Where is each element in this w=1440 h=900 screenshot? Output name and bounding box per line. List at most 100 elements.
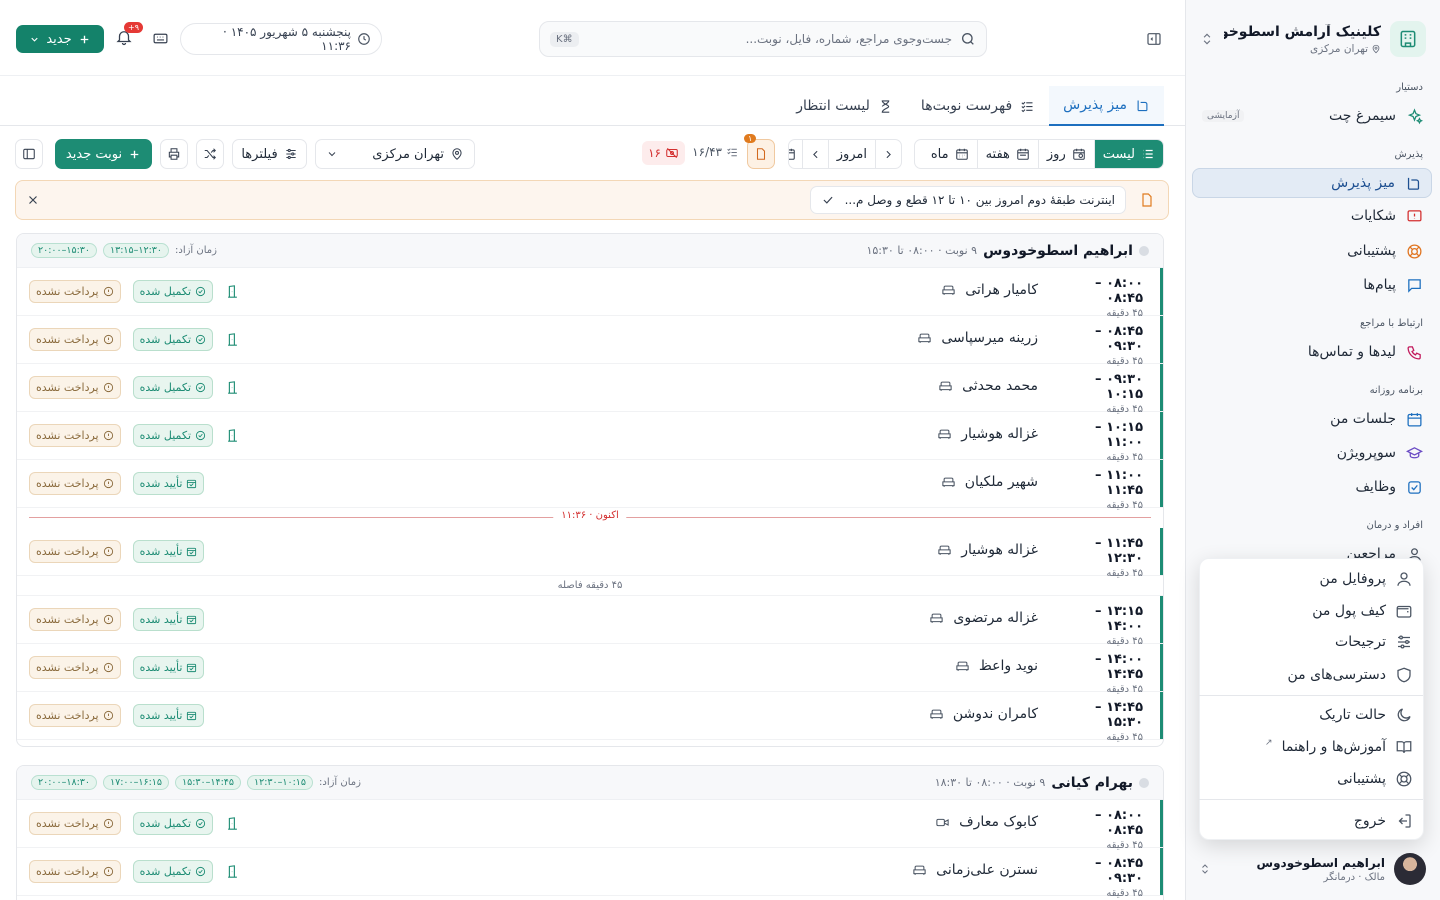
free-slot-chip[interactable]: ۱۶:۱۵–۱۷:۰۰ bbox=[103, 775, 169, 790]
global-search[interactable]: ⌘K bbox=[539, 21, 987, 57]
appointment-row[interactable]: ۰۸:۴۵ – ۰۹:۳۰ ۴۵ دقیقه زرینه میرسپاسی پرداخ… bbox=[17, 316, 1163, 367]
free-slot-chip[interactable]: ۱۸:۳۰–۲۰:۰۰ bbox=[31, 775, 97, 790]
appointment-status-chip[interactable]: تأیید شده bbox=[132, 472, 205, 495]
appointment-row[interactable]: ۱۱:۴۵ – ۱۲:۳۰ ۴۵ دقیقه غزاله هوشیار پرداخت … bbox=[17, 528, 1163, 579]
payment-status-chip[interactable]: پرداخت نشده bbox=[29, 376, 121, 399]
print-button[interactable] bbox=[160, 139, 188, 169]
appointment-row[interactable]: ۱۴:۴۵ – ۱۵:۳۰ ۴۵ دقیقه کامران ندوشن پرداخت … bbox=[17, 692, 1163, 743]
client[interactable]: محمد محدثی bbox=[938, 378, 1038, 394]
sidebar-item-complaints[interactable]: شکایات bbox=[1192, 201, 1432, 231]
appointment-row[interactable]: ۰۹:۳۰ – ۱۰:۱۵ ۴۵ دقیقه محمد محدثی پرداخت نش… bbox=[17, 364, 1163, 415]
client[interactable]: نوید واعظ bbox=[955, 658, 1038, 674]
view-day-button[interactable]: روز bbox=[1037, 140, 1094, 168]
menu-item-support[interactable]: پشتیبانی bbox=[1208, 766, 1413, 792]
menu-item-tutorials[interactable]: آموزش‌ها و راهنما ↗ bbox=[1208, 734, 1413, 760]
appointment-status-chip[interactable]: تأیید شده bbox=[132, 656, 205, 679]
tab-appointments-list[interactable]: فهرست نوبت‌ها bbox=[907, 86, 1049, 126]
appointment-status-chip[interactable]: تأیید شده bbox=[132, 704, 205, 727]
payment-status-chip[interactable]: پرداخت نشده bbox=[29, 608, 121, 631]
appointment-status-chip[interactable]: تکمیل شده bbox=[132, 860, 214, 883]
appointment-status-chip[interactable]: تکمیل شده bbox=[132, 328, 214, 351]
view-month-button[interactable]: ماه bbox=[923, 140, 977, 168]
documents-button[interactable]: ۱ bbox=[744, 134, 775, 169]
keyboard-icon[interactable] bbox=[152, 30, 169, 47]
date-picker-button[interactable] bbox=[789, 140, 802, 168]
menu-item-profile[interactable]: پروفایل من bbox=[1208, 566, 1413, 592]
client[interactable]: شهیر ملکیان bbox=[941, 474, 1038, 490]
appointment-status-chip[interactable]: تکمیل شده bbox=[132, 424, 214, 447]
payment-status-chip[interactable]: پرداخت نشده bbox=[29, 472, 121, 495]
appointment-status-chip[interactable]: تأیید شده bbox=[132, 608, 205, 631]
menu-item-wallet[interactable]: کیف پول من bbox=[1208, 598, 1413, 624]
appointment-status-chip[interactable]: تکمیل شده bbox=[132, 812, 214, 835]
sidebar-item-simorgh-chat[interactable]: سیمرغ چت آزمایشی bbox=[1192, 101, 1432, 131]
payment-status-chip[interactable]: پرداخت نشده bbox=[29, 812, 121, 835]
today-button[interactable]: امروز bbox=[827, 140, 875, 168]
sidebar-item-support[interactable]: پشتیبانی bbox=[1192, 236, 1432, 266]
unpaid-count-chip[interactable]: ۱۶ bbox=[642, 141, 685, 165]
close-icon[interactable] bbox=[26, 193, 40, 207]
free-slot-chip[interactable]: ۱۴:۴۵–۱۵:۳۰ bbox=[175, 775, 241, 790]
user-account-button[interactable]: ابراهیم اسطوخودوس مالک · درمانگر bbox=[1199, 852, 1426, 886]
door-icon[interactable] bbox=[225, 864, 240, 879]
next-day-button[interactable] bbox=[875, 140, 901, 168]
menu-item-logout[interactable]: خروج bbox=[1208, 808, 1413, 834]
free-slot-chip[interactable]: ۱۵:۳۰–۲۰:۰۰ bbox=[31, 243, 97, 258]
appointment-row[interactable]: ۱۱:۰۰ – ۱۱:۴۵ ۴۵ دقیقه شهیر ملکیان پرداخت ن… bbox=[17, 460, 1163, 511]
door-icon[interactable] bbox=[225, 380, 240, 395]
menu-item-permissions[interactable]: دسترسی‌های من bbox=[1208, 662, 1413, 688]
client[interactable]: غزاله هوشیار bbox=[937, 426, 1038, 442]
tab-reception-desk[interactable]: میز پذیرش bbox=[1049, 86, 1164, 126]
client[interactable]: زرینه میرسپاسی bbox=[917, 330, 1038, 346]
new-appointment-button[interactable]: نوبت جدید bbox=[55, 139, 152, 169]
free-slot-chip[interactable]: ۱۲:۳۰–۱۳:۱۵ bbox=[103, 243, 169, 258]
announcement-item[interactable]: اینترنت طبقهٔ دوم امروز بین ۱۰ تا ۱۲ قطع… bbox=[809, 186, 1126, 214]
appointment-row[interactable]: ۰۸:۴۵ – ۰۹:۳۰ ۴۵ دقیقه نسترن علی‌زمانی پردا… bbox=[17, 848, 1163, 899]
payment-status-chip[interactable]: پرداخت نشده bbox=[29, 540, 121, 563]
sidebar-item-my-sessions[interactable]: جلسات من bbox=[1192, 404, 1432, 434]
sidebar-toggle-icon[interactable] bbox=[1143, 28, 1165, 50]
door-icon[interactable] bbox=[225, 332, 240, 347]
client[interactable]: نسترن علی‌زمانی bbox=[912, 862, 1038, 878]
view-list-button[interactable]: لیست bbox=[1093, 140, 1163, 168]
sidebar-item-messages[interactable]: پیام‌ها bbox=[1192, 270, 1432, 300]
check-icon[interactable] bbox=[821, 193, 835, 207]
appointment-status-chip[interactable]: تکمیل شده bbox=[132, 280, 214, 303]
payment-status-chip[interactable]: پرداخت نشده bbox=[29, 704, 121, 727]
client[interactable]: کابوک معارف bbox=[935, 814, 1038, 830]
client[interactable]: کامیار هراتی bbox=[941, 282, 1038, 298]
client[interactable]: غزاله مرتضوی bbox=[929, 610, 1038, 626]
location-select[interactable]: تهران مرکزی bbox=[315, 139, 475, 169]
client[interactable]: غزاله هوشیار bbox=[937, 542, 1038, 558]
door-icon[interactable] bbox=[225, 284, 240, 299]
notifications-button[interactable]: ۹+ bbox=[115, 22, 143, 46]
appointment-row[interactable]: ۱۰:۱۵ – ۱۱:۰۰ ۴۵ دقیقه غزاله هوشیار پرداخت … bbox=[17, 412, 1163, 463]
payment-status-chip[interactable]: پرداخت نشده bbox=[29, 280, 121, 303]
appointment-row[interactable]: ۱۳:۱۵ – ۱۴:۰۰ ۴۵ دقیقه غزاله مرتضوی پرداخت … bbox=[17, 596, 1163, 647]
shuffle-button[interactable] bbox=[196, 139, 224, 169]
clinic-switcher[interactable]: کلینیک آرامش اسطوخو... تهران مرکزی bbox=[1199, 20, 1426, 58]
tab-waiting-list[interactable]: لیست انتظار bbox=[782, 86, 907, 126]
panel-toggle-button[interactable] bbox=[15, 139, 43, 169]
door-icon[interactable] bbox=[225, 816, 240, 831]
appointment-status-chip[interactable]: تکمیل شده bbox=[132, 376, 214, 399]
appointment-status-chip[interactable]: تأیید شده bbox=[132, 540, 205, 563]
view-week-button[interactable]: هفته bbox=[976, 140, 1038, 168]
prev-day-button[interactable] bbox=[801, 140, 828, 168]
payment-status-chip[interactable]: پرداخت نشده bbox=[29, 860, 121, 883]
sidebar-item-supervision[interactable]: سوپرویژن bbox=[1192, 438, 1432, 468]
payment-status-chip[interactable]: پرداخت نشده bbox=[29, 424, 121, 447]
appointment-row[interactable]: ۰۸:۰۰ – ۰۸:۴۵ ۴۵ دقیقه کابوک معارف پرداخت ن… bbox=[17, 800, 1163, 851]
menu-item-dark-mode[interactable]: حالت تاریک bbox=[1208, 702, 1413, 728]
sidebar-item-reception-desk[interactable]: میز پذیرش bbox=[1192, 168, 1432, 198]
appointment-row[interactable]: ۱۴:۰۰ – ۱۴:۴۵ ۴۵ دقیقه نوید واعظ پرداخت نشد… bbox=[17, 644, 1163, 695]
filters-button[interactable]: فیلترها bbox=[232, 139, 307, 169]
payment-status-chip[interactable]: پرداخت نشده bbox=[29, 328, 121, 351]
new-button[interactable]: جدید bbox=[16, 25, 104, 53]
menu-item-preferences[interactable]: ترجیحات bbox=[1208, 629, 1413, 655]
client[interactable]: کامران ندوشن bbox=[929, 706, 1038, 722]
payment-status-chip[interactable]: پرداخت نشده bbox=[29, 656, 121, 679]
sidebar-item-tasks[interactable]: وظایف bbox=[1192, 472, 1432, 502]
appointment-row[interactable]: ۰۸:۰۰ – ۰۸:۴۵ ۴۵ دقیقه کامیار هراتی پرداخت … bbox=[17, 268, 1163, 319]
sidebar-item-leads[interactable]: لیدها و تماس‌ها bbox=[1192, 337, 1432, 367]
